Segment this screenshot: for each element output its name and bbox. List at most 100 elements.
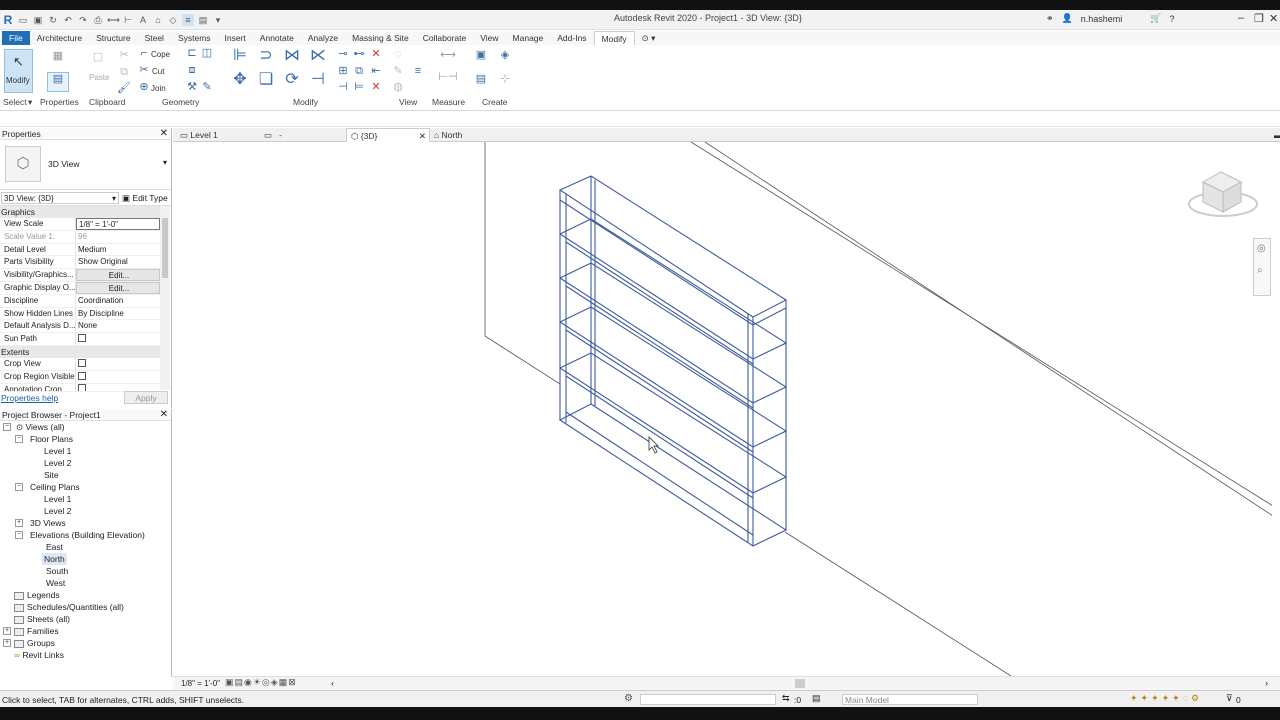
join-label[interactable]: Join [151, 84, 166, 93]
tree-elevations[interactable]: Elevations (Building Elevation) [30, 529, 145, 541]
prop-row-parts-visibility[interactable]: Parts Visibility Show Original [0, 256, 160, 270]
scroll-right-icon[interactable]: › [1265, 678, 1268, 688]
thin-lines-icon[interactable]: ≡ [182, 14, 194, 26]
pin-icon[interactable]: ⇤ [369, 65, 383, 78]
undo-icon[interactable]: ↶ [62, 14, 74, 26]
type-properties-icon[interactable]: ▦ [48, 50, 68, 70]
create-assembly-icon[interactable]: ▣ [472, 49, 490, 67]
demolish-icon[interactable]: ⚒ [185, 81, 199, 94]
section-extents[interactable]: Extents [0, 345, 160, 358]
panel-select-arrow-icon[interactable]: ▾ [28, 97, 32, 108]
design-options-icon[interactable]: ▤ [812, 693, 821, 704]
cope-label[interactable]: Cope [151, 50, 170, 59]
rotate-icon[interactable]: ⟳ [282, 72, 302, 91]
collapse-icon[interactable]: − [15, 531, 23, 539]
restore-icon[interactable]: ❐ [1254, 12, 1264, 25]
dimension-icon[interactable]: ⊢ [122, 14, 134, 26]
section-graphics[interactable]: Graphics [0, 206, 160, 218]
tab-systems[interactable]: Systems [171, 31, 218, 45]
prop-row-analysis-display[interactable]: Default Analysis D... None [0, 320, 160, 334]
prop-value[interactable]: Show Original [76, 256, 160, 268]
prop-value[interactable]: By Discipline [76, 308, 160, 320]
tree-3d-views[interactable]: 3D Views [30, 517, 66, 529]
tab-annotate[interactable]: Annotate [253, 31, 301, 45]
copy-clipboard-icon[interactable]: ⧉ [117, 66, 131, 79]
workset-dropdown[interactable] [640, 694, 776, 705]
tab-massing-site[interactable]: Massing & Site [345, 31, 416, 45]
close-properties-icon[interactable]: ✕ [160, 128, 168, 140]
tab-modify[interactable]: Modify [593, 31, 635, 45]
properties-icon[interactable]: ▤ [47, 72, 69, 92]
split-gap-icon[interactable]: ⊷ [352, 48, 366, 61]
expand-icon[interactable]: + [15, 519, 23, 527]
mirror-axis-icon[interactable]: ⋈ [282, 48, 302, 67]
collapse-icon[interactable]: − [15, 435, 23, 443]
array-icon[interactable]: ⊞ [336, 65, 350, 78]
view-scale-field[interactable]: 1/8" = 1'-0" [76, 218, 160, 230]
close-window-icon[interactable]: ✕ [1269, 12, 1278, 25]
tab-file[interactable]: File [2, 31, 30, 45]
split-face-icon[interactable]: ◫ [200, 47, 214, 60]
paint-icon[interactable]: ⧈ [185, 64, 199, 77]
tree-floor-plans[interactable]: Floor Plans [30, 433, 73, 445]
navigation-bar[interactable]: ◎ ⌕ [1253, 238, 1271, 296]
modify-button[interactable]: ↖ Modify [4, 49, 33, 93]
prop-row-detail-level[interactable]: Detail Level Medium [0, 243, 160, 257]
sun-path-checkbox[interactable] [78, 334, 86, 343]
filter-view-icon[interactable]: ◍ [391, 81, 405, 94]
aligned-dimension-icon[interactable]: ⟷ [436, 49, 460, 62]
copy-icon[interactable]: ❏ [256, 72, 276, 91]
crop-visible-checkbox[interactable] [78, 371, 86, 380]
tree-groups[interactable]: Groups [14, 637, 55, 649]
tree-fp-level-2[interactable]: Level 2 [44, 457, 71, 469]
tree-sheets[interactable]: Sheets (all) [14, 613, 70, 625]
wall-joins-icon[interactable]: ⊏ [185, 47, 199, 60]
prop-row-crop-visible[interactable]: Crop Region Visible [0, 370, 160, 384]
create-group-icon[interactable]: ▤ [472, 73, 490, 91]
prop-row-hidden-lines[interactable]: Show Hidden Lines By Discipline [0, 307, 160, 321]
design-option-dropdown[interactable]: Main Model [842, 694, 978, 705]
edit-graphic-display-button[interactable]: Edit... [76, 281, 160, 294]
redo-icon[interactable]: ↷ [77, 14, 89, 26]
prop-value[interactable]: Coordination [76, 295, 160, 307]
tab-view[interactable]: View [473, 31, 505, 45]
annotation-crop-checkbox[interactable] [78, 384, 86, 391]
view-tab-north[interactable]: ⌂ North [432, 128, 516, 142]
properties-help-link[interactable]: Properties help [1, 393, 58, 403]
viewcube-icon[interactable] [1188, 171, 1258, 217]
binoculars-icon[interactable]: ⚭ [1046, 13, 1054, 24]
tree-legends[interactable]: Legends [14, 589, 60, 601]
expand-icon[interactable]: + [3, 627, 11, 635]
extend-icon[interactable]: ⊨ [352, 81, 366, 94]
print-icon[interactable]: ⎙ [92, 14, 104, 26]
delete-small-icon[interactable]: ✕ [369, 48, 383, 61]
section-icon[interactable]: ◇ [167, 14, 179, 26]
prop-row-visibility-graphics[interactable]: Visibility/Graphics... Edit... [0, 269, 160, 282]
prop-value[interactable]: None [76, 320, 160, 332]
view-tab-level-1[interactable]: ▭ Level 1 [176, 128, 264, 142]
minimize-icon[interactable]: – [1238, 12, 1244, 24]
expand-icon[interactable]: + [3, 639, 11, 647]
override-icon[interactable]: ✎ [391, 65, 405, 78]
tree-fp-level-1[interactable]: Level 1 [44, 445, 71, 457]
create-similar-icon[interactable]: ⊹ [496, 73, 514, 91]
cope-icon[interactable]: ⌐ [137, 47, 151, 60]
view-3d-icon[interactable]: ⌂ [152, 14, 164, 26]
tree-fp-site[interactable]: Site [44, 469, 59, 481]
paste-icon[interactable]: ▢ [88, 51, 108, 71]
tab-collaborate[interactable]: Collaborate [416, 31, 473, 45]
cut-clipboard-icon[interactable]: ✂ [117, 49, 131, 62]
tab-manage[interactable]: Manage [506, 31, 551, 45]
view-tab-3d[interactable]: ⬡ {3D} ✕ [346, 128, 430, 142]
crop-view-checkbox[interactable] [78, 358, 86, 367]
hide-icon[interactable]: ◌ [391, 48, 405, 61]
split-icon[interactable]: ⊸ [336, 48, 350, 61]
edit-vg-button[interactable]: Edit... [76, 269, 160, 281]
collapse-icon[interactable]: − [3, 423, 11, 431]
tab-steel[interactable]: Steel [138, 31, 171, 45]
view-tab-dash[interactable]: ▭ - [262, 128, 346, 142]
prop-value[interactable]: Medium [76, 244, 160, 256]
tree-schedules[interactable]: Schedules/Quantities (all) [14, 601, 124, 613]
move-icon[interactable]: ✥ [230, 72, 250, 91]
tree-cp-level-2[interactable]: Level 2 [44, 505, 71, 517]
